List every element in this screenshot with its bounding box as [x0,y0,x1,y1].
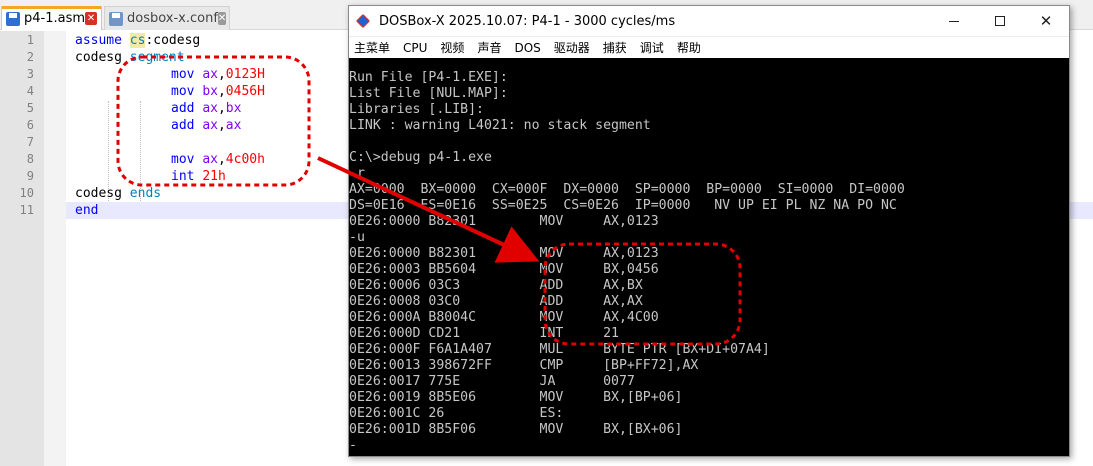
tab-p4-1-asm[interactable]: p4-1.asm ✕ [1,6,102,30]
terminal-line: 0E26:0000 B82301 MOV AX,0123 [349,246,659,261]
code-token: ax [202,67,218,82]
close-icon: ✕ [1039,11,1053,30]
terminal-line: AX=0000 BX=0000 CX=000F DX=0000 SP=0000 … [349,182,905,197]
close-button[interactable]: ✕ [1023,6,1069,36]
code-token: cs [129,33,146,48]
menu-drives[interactable]: 驱动器 [554,39,590,56]
line-number: 2 [26,50,34,64]
terminal-line: C:\>debug p4-1.exe [349,150,492,165]
code-token: codesg [75,186,130,201]
code-token: ends [129,186,162,201]
menu-dos[interactable]: DOS [514,41,540,55]
code-token: add [171,118,203,133]
terminal-line: 0E26:001C 26 ES: [349,406,564,421]
dosbox-menu-bar: 主菜单 CPU 视频 声音 DOS 驱动器 捕获 调试 帮助 [349,36,1069,58]
tab-dosbox-x-conf[interactable]: dosbox-x.conf ✕ [104,6,230,30]
line-number: 5 [26,101,34,115]
code-token: , [217,67,226,82]
menu-cpu[interactable]: CPU [403,41,427,55]
window-title: DOSBox-X 2025.10.07: P4-1 - 3000 cycles/… [379,13,676,29]
terminal-line: DS=0E16 ES=0E16 SS=0E25 CS=0E26 IP=0000 … [349,198,897,213]
terminal-line: List File [NUL.MAP]: [349,86,508,101]
code-token: int [171,169,203,184]
tab-label: dosbox-x.conf [127,11,218,26]
line-number: 4 [26,84,34,98]
minimize-icon [949,20,959,22]
menu-capture[interactable]: 捕获 [603,39,627,56]
fold-margin [44,31,66,466]
code-token: , [217,84,226,99]
terminal-line: 0E26:0013 398672FF CMP [BP+FF72],AX [349,358,699,373]
code-token: codesg [75,50,130,65]
code-token: assume [75,33,130,48]
terminal-line: 0E26:0019 8B5E06 MOV BX,[BP+06] [349,390,683,405]
maximize-icon [995,16,1005,26]
maximize-button[interactable] [977,6,1023,36]
code-token: bx [225,101,242,116]
code-token: :codesg [145,33,201,48]
terminal-line: - [349,438,357,453]
dos-terminal-screen[interactable]: Run File [P4-1.EXE]: List File [NUL.MAP]… [349,58,1069,456]
terminal-line: -u [349,230,365,245]
dosbox-app-icon [355,13,371,29]
dosbox-title-bar[interactable]: DOSBox-X 2025.10.07: P4-1 - 3000 cycles/… [349,6,1069,36]
terminal-line: 0E26:001D 8B5F06 MOV BX,[BX+06] [349,422,683,437]
menu-sound[interactable]: 声音 [477,39,501,56]
code-token: 0456H [225,84,265,99]
code-token: bx [202,84,218,99]
code-token: , [217,101,226,116]
close-icon[interactable]: ✕ [217,12,227,25]
code-token: add [171,101,203,116]
terminal-line: 0E26:0003 BB5604 MOV BX,0456 [349,262,659,277]
terminal-line: 0E26:0008 03C0 ADD AX,AX [349,294,643,309]
line-number: 8 [26,152,34,166]
terminal-line: 0E26:0000 B82301 MOV AX,0123 [349,214,659,229]
terminal-line: 0E26:000A B8004C MOV AX,4C00 [349,310,659,325]
code-token: segment [129,50,185,65]
code-token: ax [202,152,218,167]
code-token: ax [202,118,218,133]
code-token: ax [202,101,218,116]
line-number: 3 [26,67,34,81]
terminal-line: LINK : warning L4021: no stack segment [349,118,651,133]
line-number: 6 [26,118,34,132]
terminal-line: 0E26:000F F6A1A407 MUL BYTE PTR [BX+DI+0… [349,342,770,357]
line-number: 1 [26,33,34,47]
save-icon [6,11,20,26]
code-token: mov [171,84,203,99]
terminal-line: Run File [P4-1.EXE]: [349,70,508,85]
terminal-line: 0E26:0006 03C3 ADD AX,BX [349,278,643,293]
menu-help[interactable]: 帮助 [677,39,701,56]
terminal-line: 0E26:0017 775E JA 0077 [349,374,635,389]
close-icon[interactable]: ✕ [85,12,97,25]
code-token: mov [171,152,203,167]
code-token: 4c00h [225,152,265,167]
code-token: ax [225,118,242,133]
code-token: 0123H [225,67,265,82]
minimize-button[interactable] [931,6,977,36]
menu-debug[interactable]: 调试 [640,39,664,56]
line-number: 11 [19,203,34,217]
tab-label: p4-1.asm [24,11,86,26]
line-number: 10 [19,186,34,200]
code-token: , [217,152,226,167]
dosbox-window[interactable]: DOSBox-X 2025.10.07: P4-1 - 3000 cycles/… [348,5,1070,457]
terminal-line: Libraries [.LIB]: [349,102,484,117]
code-token: , [217,118,226,133]
code-token: mov [171,67,203,82]
line-number: 9 [26,169,34,183]
terminal-line: -r [349,166,365,181]
code-token: end [75,203,99,218]
menu-video[interactable]: 视频 [440,39,464,56]
save-icon [109,11,123,26]
menu-main[interactable]: 主菜单 [354,39,390,56]
line-number: 7 [26,135,34,149]
terminal-line: 0E26:000D CD21 INT 21 [349,326,619,341]
code-token: 21h [202,169,226,184]
